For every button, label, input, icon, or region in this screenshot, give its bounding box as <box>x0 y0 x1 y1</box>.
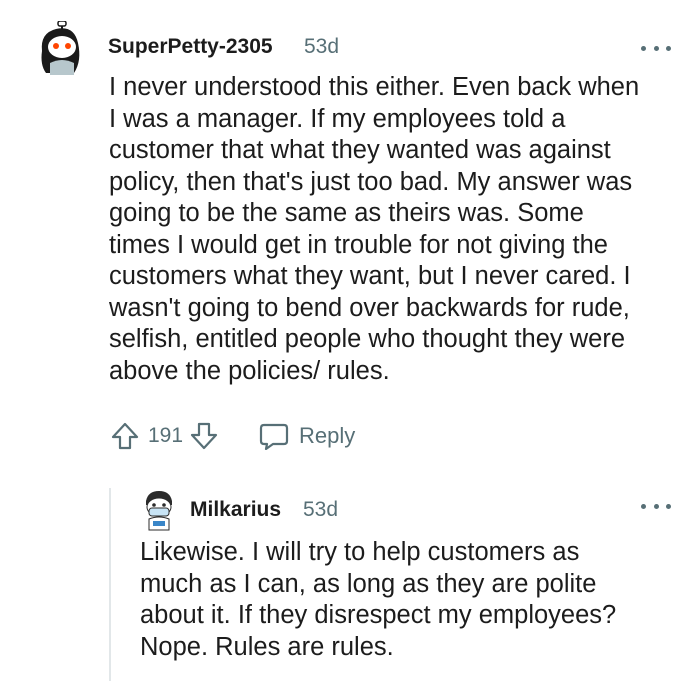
reply-line: Likewise. I will try to help customers a… <box>140 538 580 566</box>
downvote-icon[interactable] <box>187 419 221 453</box>
comment-line: customers what they want, but I never ca… <box>109 262 631 290</box>
comment-bubble-icon <box>259 423 289 450</box>
avatar[interactable] <box>138 487 180 531</box>
comment-actions: 191 Reply <box>108 418 355 454</box>
snoo-avatar-icon <box>146 491 172 531</box>
upvote-icon[interactable] <box>108 419 142 453</box>
reply-body: Likewise. I will try to help customers a… <box>140 537 616 663</box>
reply-line: about it. If they disrespect my employee… <box>140 601 617 629</box>
comment-line: going to be the same as theirs was. Some <box>109 199 584 227</box>
reply-line: Nope. Rules are rules. <box>140 632 394 661</box>
reply-age: 53d <box>303 498 339 521</box>
comment-body: I never understood this either. Even bac… <box>109 72 639 387</box>
reply-button[interactable]: Reply <box>259 422 355 450</box>
comment-age: 53d <box>304 35 340 58</box>
avatar[interactable] <box>36 21 84 77</box>
comment-line: policy, then that's just too bad. My ans… <box>109 167 633 196</box>
thread-line[interactable] <box>109 488 111 681</box>
more-options-icon[interactable] <box>641 500 671 512</box>
comment-line: I never understood this either. Even bac… <box>109 73 640 101</box>
reply-label: Reply <box>299 423 356 448</box>
reply-line: much as I can, as long as they are polit… <box>140 569 597 598</box>
comment-line: I was a manager. If my employees told a <box>109 104 566 133</box>
reply-author[interactable]: Milkarius <box>190 498 281 522</box>
comment-author[interactable]: SuperPetty-2305 <box>108 35 273 59</box>
comment-line: selfish, entitled people who thought the… <box>109 325 626 353</box>
comment-thread: SuperPetty-2305 53d I never understood t… <box>0 0 700 681</box>
more-options-icon[interactable] <box>641 42 671 54</box>
vote-score: 191 <box>148 424 184 447</box>
comment-line: times I would get in trouble for not giv… <box>109 230 608 259</box>
comment-line: customer that what they wanted was again… <box>109 136 611 164</box>
comment-line: above the policies/ rules. <box>109 356 390 385</box>
comment-line: wasn't going to bend over backwards for … <box>109 293 630 322</box>
snoo-avatar-icon <box>41 21 80 75</box>
